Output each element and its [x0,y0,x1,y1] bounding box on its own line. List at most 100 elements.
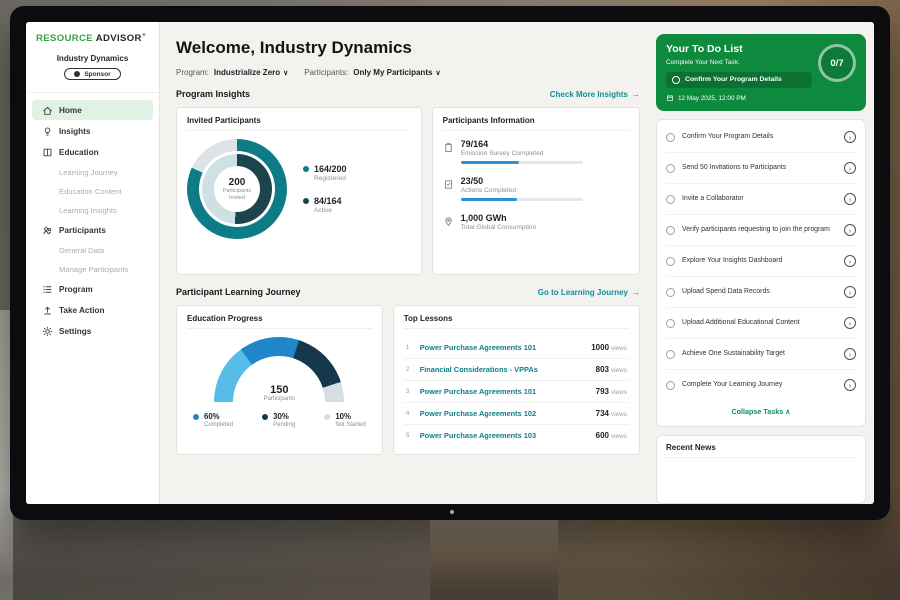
participants-dropdown[interactable]: Only My Participants ∨ [353,68,440,77]
task-row-upload-spend-data[interactable]: Upload Spend Data Records › [666,277,856,308]
lesson-views-suffix: views [611,345,627,352]
sidebar-item-label: Home [59,106,82,115]
lesson-title-link[interactable]: Power Purchase Agreements 103 [420,431,589,440]
lesson-views-suffix: views [611,433,627,440]
task-checkbox[interactable] [666,257,675,266]
sidebar-item-program[interactable]: Program [32,279,153,299]
chevron-right-icon[interactable]: › [844,379,856,391]
task-checkbox[interactable] [666,164,675,173]
check-more-insights-label: Check More Insights [550,90,628,99]
sidebar-item-insights[interactable]: Insights [32,121,153,141]
check-more-insights-link[interactable]: Check More Insights → [550,90,640,99]
sponsor-icon [74,71,80,77]
sidebar-item-learning-journey[interactable]: Learning Journey [32,163,153,181]
chevron-right-icon[interactable]: › [844,348,856,360]
lesson-views-value: 734 [596,409,609,418]
journey-cards-row: Education Progress 150 Participants [176,305,640,455]
chevron-right-icon[interactable]: › [844,317,856,329]
participants-information-card: Participants Information 79/164 Emission… [432,107,640,275]
sidebar-item-manage-participants[interactable]: Manage Participants [32,260,153,278]
task-checkbox[interactable] [666,195,675,204]
monitor-screen: RESOURCE ADVISOR+ Industry Dynamics Spon… [26,22,874,504]
brand-primary: RESOURCE [36,33,93,44]
task-row-confirm-program[interactable]: Confirm Your Program Details › [666,122,856,153]
completed-label: Completed [204,422,233,428]
arrow-right-icon: → [632,90,640,99]
lesson-row[interactable]: 3 Power Purchase Agreements 101 793views [404,381,629,403]
lesson-row[interactable]: 4 Power Purchase Agreements 102 734views [404,403,629,425]
calendar-icon [666,94,674,102]
lesson-title-link[interactable]: Power Purchase Agreements 102 [420,409,589,418]
sidebar-item-participants[interactable]: Participants [32,220,153,240]
todo-title: Your To Do List [666,43,812,55]
task-checkbox[interactable] [666,133,675,142]
pending-value: 30% [273,412,295,421]
sidebar-nav: Home Insights Education Learning Journey [26,100,159,341]
chevron-right-icon[interactable]: › [844,131,856,143]
task-checkbox[interactable] [666,226,675,235]
sidebar-item-general-data[interactable]: General Data [32,241,153,259]
legend-active: 84/164 Active [303,196,347,214]
lesson-row[interactable]: 2 Financial Considerations - VPPAs 803vi… [404,359,629,381]
gauge-center-label: Participants [214,396,344,402]
task-checkbox[interactable] [672,76,680,84]
task-row-upload-educational-content[interactable]: Upload Additional Educational Content › [666,308,856,339]
chevron-right-icon[interactable]: › [844,255,856,267]
task-row-verify-participants[interactable]: Verify participants requesting to join t… [666,215,856,246]
chevron-right-icon[interactable]: › [844,224,856,236]
lesson-row[interactable]: 5 Power Purchase Agreements 103 600views [404,425,629,446]
chevron-right-icon[interactable]: › [844,286,856,298]
lesson-views: 793views [596,387,627,396]
chevron-right-icon[interactable]: › [844,193,856,205]
task-row-send-invitations[interactable]: Send 50 Invitations to Participants › [666,153,856,184]
lesson-views: 803views [596,365,627,374]
sidebar-item-home[interactable]: Home [32,100,153,120]
sidebar-item-settings[interactable]: Settings [32,321,153,341]
registered-value: 164/200 [314,164,347,174]
next-task-pill[interactable]: Confirm Your Program Details [666,72,812,88]
task-checkbox[interactable] [666,319,675,328]
task-row-invite-collaborator[interactable]: Invite a Collaborator › [666,184,856,215]
pending-label: Pending [273,422,295,428]
chevron-down-icon: ∨ [435,69,440,77]
lesson-views: 1000views [591,343,627,352]
program-dropdown-value: Industrialize Zero [214,68,280,77]
lesson-title-link[interactable]: Power Purchase Agreements 101 [420,343,585,352]
lesson-title-link[interactable]: Financial Considerations - VPPAs [420,365,589,374]
participants-filter: Participants: Only My Participants ∨ [304,68,440,77]
task-label: Invite a Collaborator [682,195,837,204]
actions-completed-row: 23/50 Actions Completed [443,176,629,201]
task-row-complete-learning-journey[interactable]: Complete Your Learning Journey › [666,370,856,400]
collapse-tasks-link[interactable]: Collapse Tasks ∧ [666,400,856,424]
org-name: Industry Dynamics [32,54,153,63]
sidebar-item-education[interactable]: Education [32,142,153,162]
todo-panel: Your To Do List Complete Your Next Task:… [652,22,874,504]
lesson-row[interactable]: 1 Power Purchase Agreements 101 1000view… [404,337,629,359]
next-task-label: Confirm Your Program Details [685,76,782,84]
task-checkbox[interactable] [666,381,675,390]
program-dropdown[interactable]: Industrialize Zero ∨ [214,68,288,77]
sidebar-item-take-action[interactable]: Take Action [32,300,153,320]
legend-not-started: 10% Not Started [324,412,365,428]
task-row-achieve-target[interactable]: Achieve One Sustainability Target › [666,339,856,370]
list-icon [42,284,53,295]
lesson-title-link[interactable]: Power Purchase Agreements 101 [420,387,589,396]
emission-survey-label: Emission Survey Completed [461,150,583,157]
sidebar-item-label: Education [59,148,99,157]
sidebar-item-label: Education Content [59,187,121,196]
sidebar-item-label: Participants [59,226,106,235]
go-to-learning-journey-label: Go to Learning Journey [538,288,628,297]
go-to-learning-journey-link[interactable]: Go to Learning Journey → [538,288,640,297]
sidebar-item-label: General Data [59,246,104,255]
task-row-explore-insights[interactable]: Explore Your Insights Dashboard › [666,246,856,277]
task-checkbox[interactable] [666,288,675,297]
task-checkbox[interactable] [666,350,675,359]
task-label: Complete Your Learning Journey [682,381,837,390]
arrow-up-icon [42,305,53,316]
emission-survey-value: 79/164 [461,139,583,149]
sidebar-item-education-content[interactable]: Education Content [32,182,153,200]
not-started-value: 10% [335,412,365,421]
chevron-right-icon[interactable]: › [844,162,856,174]
program-filter: Program: Industrialize Zero ∨ [176,68,288,77]
sidebar-item-learning-insights[interactable]: Learning Insights [32,201,153,219]
